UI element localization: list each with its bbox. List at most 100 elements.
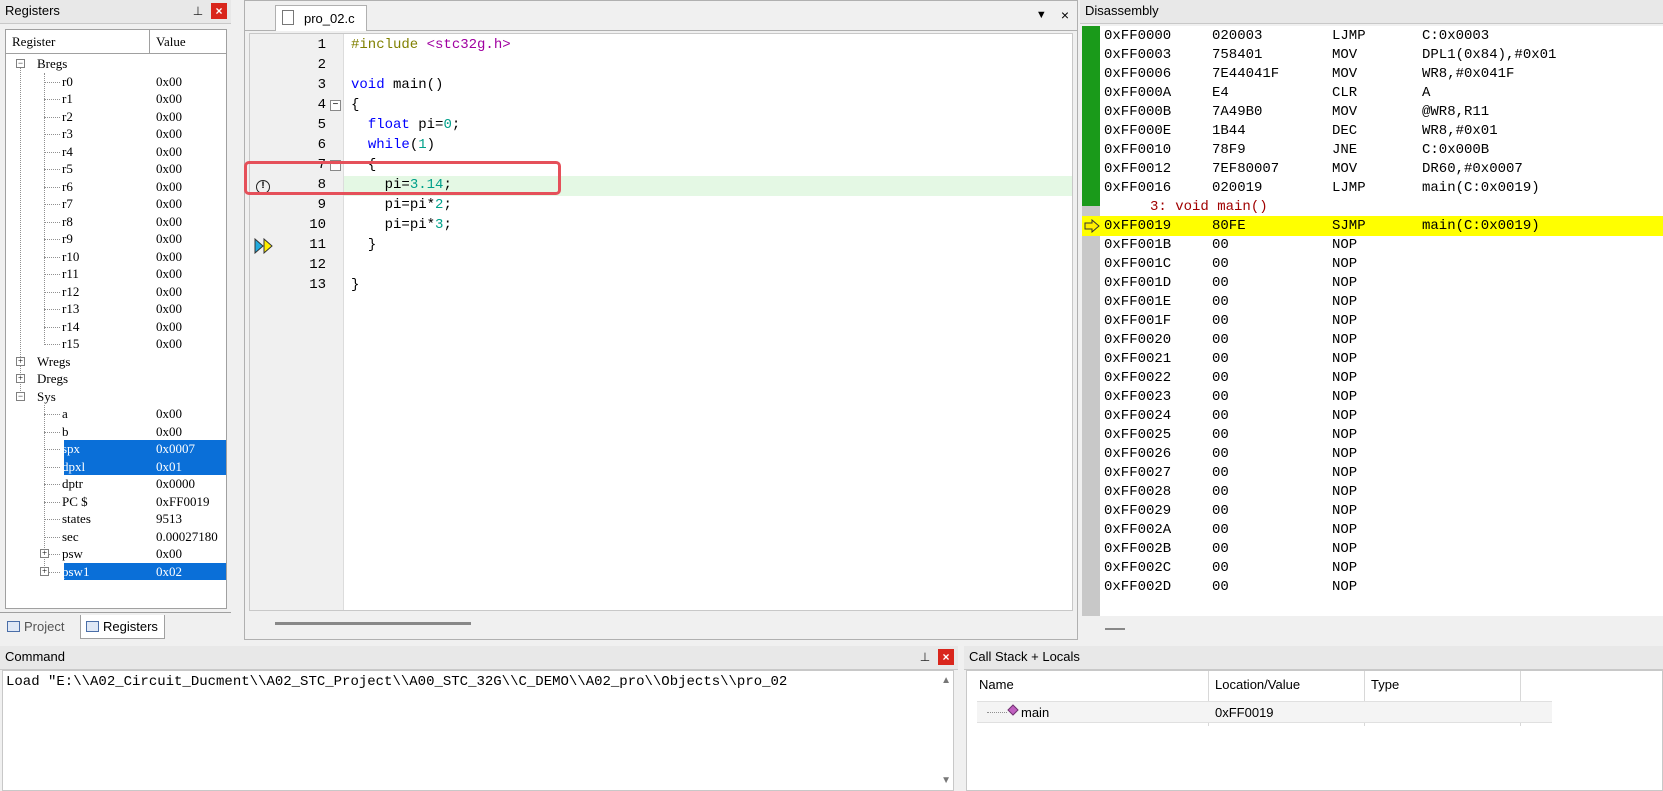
register-value[interactable]: 0x0000 [156, 476, 195, 492]
fold-toggle[interactable]: − [330, 100, 341, 111]
close-icon[interactable]: × [938, 649, 954, 665]
type-column-header[interactable]: Type [1371, 677, 1399, 701]
disassembly-row[interactable]: 0xFF000B 7A49B0 MOV @WR8,R11 [1082, 102, 1663, 122]
expand-toggle[interactable]: + [40, 549, 49, 558]
disassembly-row[interactable]: 0xFF0016 020019 LJMP main(C:0x0019) [1082, 178, 1663, 198]
expand-toggle[interactable]: + [16, 374, 25, 383]
register-row[interactable]: r12 0x00 [6, 283, 226, 301]
register-value[interactable]: 0x00 [156, 284, 182, 300]
register-row[interactable]: r4 0x00 [6, 143, 226, 161]
register-value[interactable]: 0x00 [156, 319, 182, 335]
scroll-up-icon[interactable]: ▲ [941, 675, 951, 686]
register-group-bregs[interactable]: − Bregs [6, 55, 226, 73]
register-value[interactable]: 0x01 [156, 459, 182, 475]
register-column-header[interactable]: Register [6, 30, 150, 53]
code-line[interactable]: 11 } [250, 236, 1072, 256]
register-value[interactable]: 0x00 [156, 144, 182, 160]
register-row[interactable]: b 0x00 [6, 423, 226, 441]
disassembly-row[interactable]: 0xFF0006 7E44041F MOV WR8,#0x041F [1082, 64, 1663, 84]
disassembly-row[interactable]: 0xFF0010 78F9 JNE C:0x000B [1082, 140, 1663, 160]
register-row[interactable]: r0 0x00 [6, 73, 226, 91]
callstack-table[interactable]: Name Location/Value Type main 0xFF0019 [966, 670, 1663, 791]
code-line[interactable]: 10 pi=pi*3; [250, 216, 1072, 236]
disassembly-row[interactable]: 0xFF001B 00 NOP [1082, 235, 1663, 255]
tab-registers[interactable]: Registers [80, 615, 165, 639]
disassembly-row[interactable]: 0xFF0023 00 NOP [1082, 387, 1663, 407]
disassembly-row[interactable]: 0xFF0026 00 NOP [1082, 444, 1663, 464]
disassembly-row[interactable]: 0xFF001E 00 NOP [1082, 292, 1663, 312]
location-column-header[interactable]: Location/Value [1215, 677, 1300, 701]
disassembly-row[interactable]: 0xFF0003 758401 MOV DPL1(0x84),#0x01 [1082, 45, 1663, 65]
tab-project[interactable]: Project [2, 615, 70, 639]
disassembly-row[interactable]: 0xFF000E 1B44 DEC WR8,#0x01 [1082, 121, 1663, 141]
register-row[interactable]: + psw 0x00 [6, 545, 226, 563]
pin-icon[interactable]: ⊥ [191, 3, 205, 19]
disassembly-row[interactable]: 0xFF001D 00 NOP [1082, 273, 1663, 293]
disassembly-row[interactable]: 0xFF0000 020003 LJMP C:0x0003 [1082, 26, 1663, 46]
register-row[interactable]: spx 0x0007 [6, 440, 226, 458]
tab-file[interactable]: pro_02.c [275, 5, 367, 31]
pin-icon[interactable]: ⊥ [918, 649, 932, 665]
register-row[interactable]: dptr 0x0000 [6, 475, 226, 493]
register-row[interactable]: r1 0x00 [6, 90, 226, 108]
register-row[interactable]: r13 0x00 [6, 300, 226, 318]
disassembly-listing[interactable]: 0xFF0000 020003 LJMP C:0x0003 0xFF0003 758401… [1082, 26, 1663, 616]
disassembly-row[interactable]: 0xFF002C 00 NOP [1082, 558, 1663, 578]
expand-toggle[interactable]: − [16, 391, 25, 401]
horizontal-scrollbar[interactable] [1105, 628, 1125, 630]
chevron-down-icon[interactable]: ▼ [1036, 7, 1047, 23]
expand-toggle[interactable]: + [40, 566, 49, 576]
register-value[interactable]: 0x02 [156, 564, 182, 580]
disassembly-row[interactable]: 0xFF0029 00 NOP [1082, 501, 1663, 521]
register-value[interactable]: 0x00 [156, 179, 182, 195]
disassembly-row[interactable]: 0xFF0024 00 NOP [1082, 406, 1663, 426]
register-value[interactable]: 0x00 [156, 546, 182, 562]
register-row[interactable]: PC $ 0xFF0019 [6, 493, 226, 511]
register-row[interactable]: dpxl 0x01 [6, 457, 226, 475]
register-value[interactable]: 0x00 [156, 424, 182, 440]
disassembly-row[interactable]: 0xFF0025 00 NOP [1082, 425, 1663, 445]
register-row[interactable]: + psw1 0x02 [6, 562, 226, 580]
register-value[interactable]: 0x00 [156, 249, 182, 265]
expand-toggle[interactable]: + [16, 356, 25, 366]
code-area[interactable]: 1 #include <stc32g.h> 2 3 void main() 4 … [249, 33, 1073, 611]
register-group-wregs[interactable]: + Wregs [6, 353, 226, 371]
register-row[interactable]: r2 0x00 [6, 108, 226, 126]
disassembly-row[interactable]: 0xFF002D 00 NOP [1082, 577, 1663, 597]
register-row[interactable]: a 0x00 [6, 405, 226, 423]
register-row[interactable]: r9 0x00 [6, 230, 226, 248]
register-group-sys[interactable]: − Sys [6, 388, 226, 406]
register-row[interactable]: r11 0x00 [6, 265, 226, 283]
register-value[interactable]: 0x00 [156, 161, 182, 177]
disassembly-row[interactable]: 0xFF001F 00 NOP [1082, 311, 1663, 331]
disassembly-row[interactable]: 0xFF0022 00 NOP [1082, 368, 1663, 388]
horizontal-scrollbar[interactable] [275, 622, 471, 625]
register-row[interactable]: r8 0x00 [6, 213, 226, 231]
register-value[interactable]: 9513 [156, 511, 182, 527]
register-group-dregs[interactable]: + Dregs [6, 370, 226, 388]
register-row[interactable]: r14 0x00 [6, 318, 226, 336]
code-line[interactable]: 3 void main() [250, 76, 1072, 96]
expand-toggle[interactable]: − [16, 59, 25, 68]
register-value[interactable]: 0x00 [156, 266, 182, 282]
register-value[interactable]: 0x00 [156, 126, 182, 142]
callstack-row[interactable]: main 0xFF0019 [977, 701, 1552, 723]
scroll-down-icon[interactable]: ▼ [941, 775, 951, 786]
register-value[interactable]: 0xFF0019 [156, 494, 209, 510]
name-column-header[interactable]: Name [979, 677, 1014, 701]
disassembly-row[interactable]: 0xFF002B 00 NOP [1082, 539, 1663, 559]
register-row[interactable]: r15 0x00 [6, 335, 226, 353]
code-line[interactable]: 9 pi=pi*2; [250, 196, 1072, 216]
disassembly-row[interactable]: 0xFF0028 00 NOP [1082, 482, 1663, 502]
command-output[interactable]: Load "E:\\A02_Circuit_Ducment\\A02_STC_P… [2, 670, 954, 791]
register-value[interactable]: 0x00 [156, 231, 182, 247]
register-value[interactable]: 0x00 [156, 406, 182, 422]
code-line[interactable]: 6 while(1) [250, 136, 1072, 156]
disassembly-row[interactable]: 0xFF000A E4 CLR A [1082, 83, 1663, 103]
register-row[interactable]: states 9513 [6, 510, 226, 528]
disassembly-row[interactable]: 0xFF001C 00 NOP [1082, 254, 1663, 274]
code-line[interactable]: 5 float pi=0; [250, 116, 1072, 136]
disassembly-row[interactable]: 0xFF0021 00 NOP [1082, 349, 1663, 369]
code-line[interactable]: 4 − { [250, 96, 1072, 116]
register-value[interactable]: 0x00 [156, 214, 182, 230]
